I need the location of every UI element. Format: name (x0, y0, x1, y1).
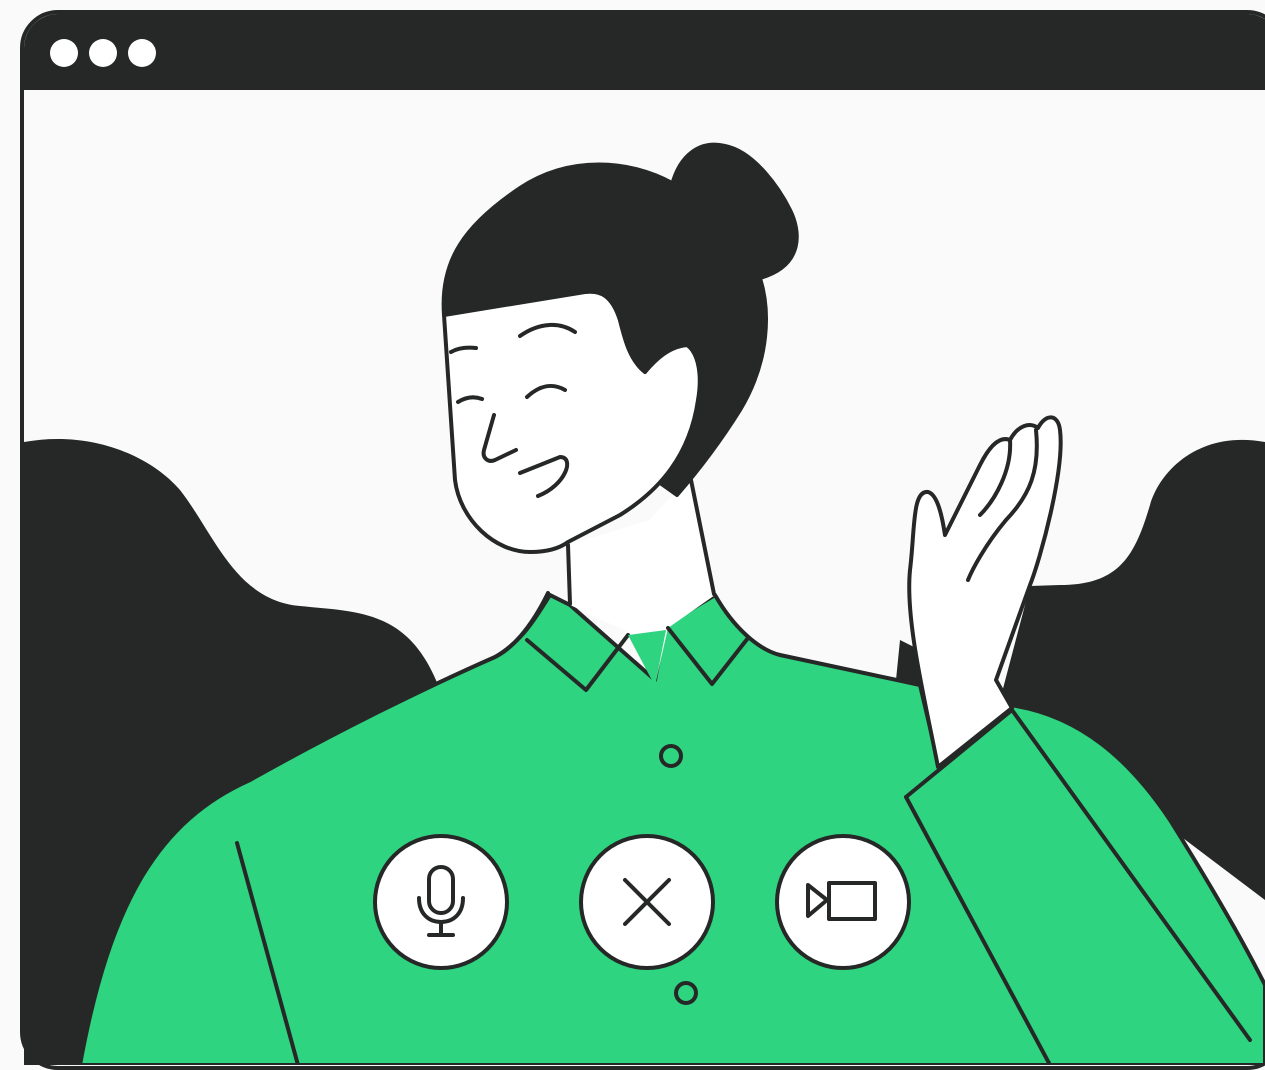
window-titlebar (24, 14, 1265, 90)
window-dot-3[interactable] (128, 39, 156, 67)
mute-microphone-button[interactable] (373, 834, 509, 970)
end-call-button[interactable] (579, 834, 715, 970)
window-dot-1[interactable] (50, 39, 78, 67)
video-camera-icon (806, 881, 877, 921)
window-dot-2[interactable] (89, 39, 117, 67)
close-icon (623, 878, 671, 926)
toggle-camera-button[interactable] (775, 834, 911, 970)
microphone-icon (417, 865, 465, 937)
